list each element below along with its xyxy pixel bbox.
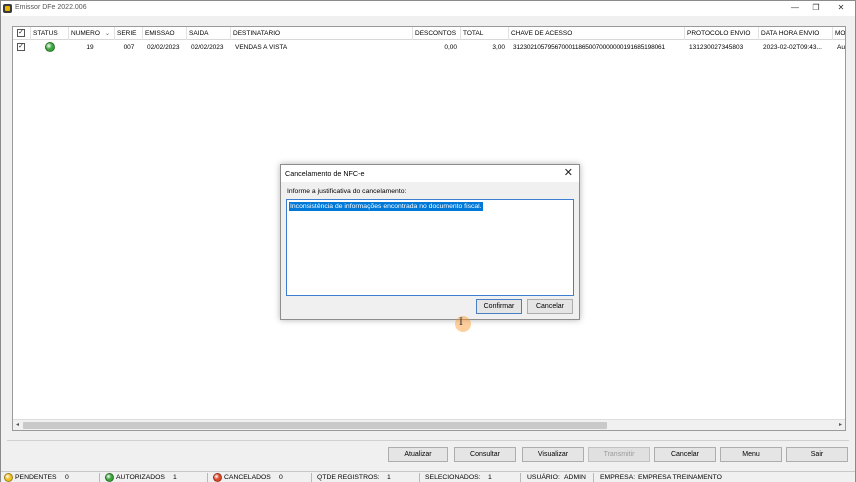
- dialog-title-bar: Cancelamento de NFC-e ✕: [281, 165, 579, 182]
- status-green-icon: [45, 42, 55, 52]
- pendentes-label: PENDENTES: [15, 474, 57, 481]
- col-total[interactable]: TOTAL: [461, 27, 509, 40]
- transmitir-button[interactable]: Transmitir: [588, 447, 650, 462]
- app-window: Emissor DFe 2022.006 — ❐ ✕ ✓ STATUS NUME…: [0, 0, 856, 482]
- header-select-all[interactable]: ✓: [13, 27, 31, 40]
- text-cursor-icon: I: [459, 317, 463, 328]
- cell-chave: 3123021057956700011865007000000019168519…: [513, 44, 665, 51]
- usuario-label: USUÁRIO:: [527, 474, 560, 481]
- scrollbar-thumb[interactable]: [23, 422, 607, 429]
- cell-descontos: 0,00: [444, 44, 457, 51]
- mouse-highlight: [455, 316, 471, 332]
- window-title: Emissor DFe 2022.006: [15, 4, 87, 11]
- menu-button[interactable]: Menu: [720, 447, 782, 462]
- pendentes-icon: [4, 473, 13, 482]
- divider: [311, 473, 312, 482]
- horizontal-scrollbar[interactable]: ◂ ▸: [13, 419, 845, 430]
- selecionados-label: SELECIONADOS:: [425, 474, 481, 481]
- scroll-left-icon[interactable]: ◂: [13, 421, 22, 428]
- col-serie[interactable]: SERIE: [115, 27, 143, 40]
- divider: [520, 473, 521, 482]
- empresa-label: EMPRESA:: [600, 474, 636, 481]
- col-descontos[interactable]: DESCONTOS: [413, 27, 461, 40]
- autorizados-count: 1: [173, 474, 177, 481]
- dialog-close-icon[interactable]: ✕: [564, 166, 573, 180]
- select-all-checkbox[interactable]: ✓: [17, 29, 25, 37]
- qtde-registros-value: 1: [387, 474, 391, 481]
- maximize-icon[interactable]: ❐: [805, 2, 827, 14]
- visualizar-button[interactable]: Visualizar: [522, 447, 584, 462]
- action-toolbar: Atualizar Consultar Visualizar Transmiti…: [7, 440, 849, 466]
- col-mot[interactable]: MOT: [833, 27, 845, 40]
- status-bar: PENDENTES 0 AUTORIZADOS 1 CANCELADOS 0 Q…: [1, 471, 855, 482]
- col-emissao[interactable]: EMISSAO: [143, 27, 187, 40]
- divider: [99, 473, 100, 482]
- col-numero[interactable]: NUMERO ⌄: [69, 27, 115, 40]
- pendentes-count: 0: [65, 474, 69, 481]
- cell-emissao: 02/02/2023: [147, 44, 180, 51]
- dialog-title: Cancelamento de NFC-e: [285, 169, 365, 178]
- consultar-button[interactable]: Consultar: [454, 447, 516, 462]
- col-chave[interactable]: CHAVE DE ACESSO: [509, 27, 685, 40]
- sort-desc-icon: ⌄: [104, 30, 111, 37]
- justificativa-text: Inconsistência de informações encontrada…: [289, 202, 483, 211]
- table-row[interactable]: ✓ 19 007 02/02/2023 02/02/2023 VENDAS A …: [13, 41, 846, 54]
- col-data-hora[interactable]: DATA HORA ENVIO: [759, 27, 833, 40]
- autorizados-label: AUTORIZADOS: [116, 474, 165, 481]
- cancelados-icon: [213, 473, 222, 482]
- cancelados-count: 0: [279, 474, 283, 481]
- row-checkbox[interactable]: ✓: [17, 43, 25, 51]
- col-protocolo[interactable]: PROTOCOLO ENVIO: [685, 27, 759, 40]
- grid-header: ✓ STATUS NUMERO ⌄ SERIE EMISSAO SAIDA DE…: [13, 27, 845, 40]
- divider: [207, 473, 208, 482]
- close-icon[interactable]: ✕: [830, 2, 852, 14]
- selecionados-value: 1: [488, 474, 492, 481]
- autorizados-icon: [105, 473, 114, 482]
- cell-numero: 19: [86, 44, 94, 51]
- sair-button[interactable]: Sair: [786, 447, 848, 462]
- app-icon: [3, 4, 12, 13]
- cancelados-label: CANCELADOS: [224, 474, 271, 481]
- cell-saida: 02/02/2023: [191, 44, 224, 51]
- cell-total: 3,00: [492, 44, 505, 51]
- usuario-value: ADMIN: [564, 474, 586, 481]
- cancelar-dialog-button[interactable]: Cancelar: [527, 299, 573, 314]
- justificativa-label: Informe a justificativa do cancelamento:: [287, 188, 407, 195]
- col-numero-label: NUMERO: [71, 30, 100, 37]
- divider: [593, 473, 594, 482]
- title-bar: Emissor DFe 2022.006 — ❐ ✕: [1, 1, 855, 16]
- cell-protocolo: 131230027345803: [689, 44, 744, 51]
- confirmar-button[interactable]: Confirmar: [476, 299, 522, 314]
- cell-destinatario: VENDAS A VISTA: [235, 44, 288, 51]
- col-destinatario[interactable]: DESTINATARIO: [231, 27, 413, 40]
- cancel-nfce-dialog: Cancelamento de NFC-e ✕ Informe a justif…: [280, 164, 580, 332]
- minimize-icon[interactable]: —: [784, 2, 806, 14]
- col-status[interactable]: STATUS: [31, 27, 69, 40]
- col-saida[interactable]: SAIDA: [187, 27, 231, 40]
- cancelar-nota-button[interactable]: Cancelar: [654, 447, 716, 462]
- cell-mot: Aut: [837, 44, 846, 51]
- justificativa-textarea[interactable]: Inconsistência de informações encontrada…: [286, 199, 574, 332]
- qtde-registros-label: QTDE REGISTROS:: [317, 474, 380, 481]
- cell-data-hora: 2023-02-02T09:43...: [763, 44, 822, 51]
- empresa-value: EMPRESA TREINAMENTO: [638, 474, 722, 481]
- scroll-right-icon[interactable]: ▸: [836, 421, 845, 428]
- atualizar-button[interactable]: Atualizar: [388, 447, 448, 462]
- cell-serie: 007: [123, 44, 135, 51]
- divider: [419, 473, 420, 482]
